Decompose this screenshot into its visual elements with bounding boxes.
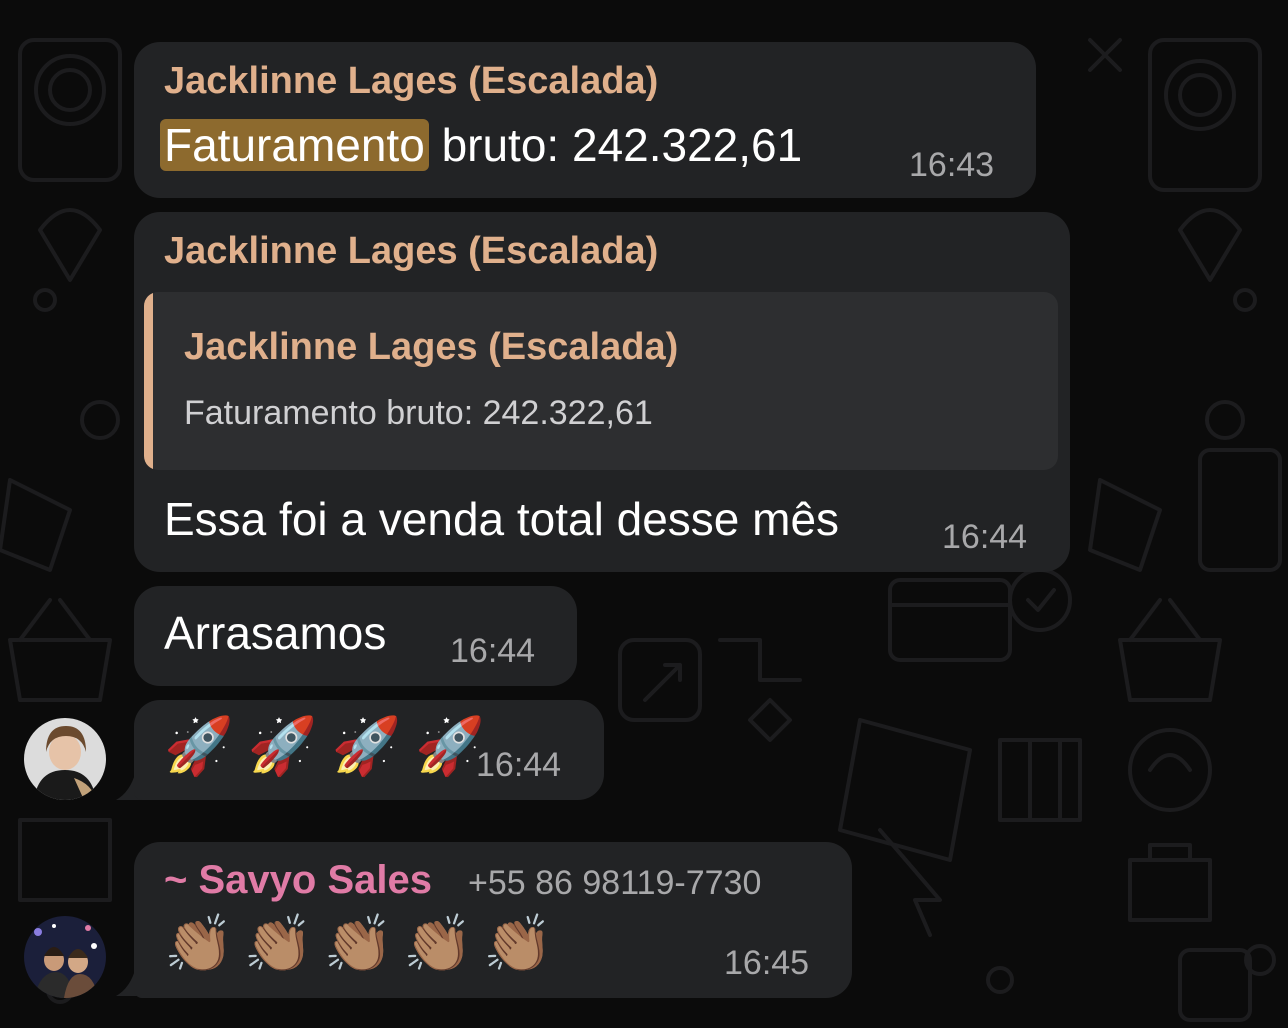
message-bubble[interactable]: Jacklinne Lages (Escalada) Jacklinne Lag… <box>134 212 1070 572</box>
message-bubble[interactable]: 🚀 🚀 🚀 🚀 16:44 <box>134 700 604 800</box>
message-text-rest: bruto: 242.322,61 <box>428 119 803 171</box>
clapping-hands-emoji: 👏🏽 <box>164 912 234 975</box>
clapping-hands-emoji: 👏🏽 <box>403 912 473 975</box>
message-time: 16:45 <box>724 944 810 982</box>
message-time: 16:44 <box>450 632 536 670</box>
rocket-emoji: 🚀 <box>331 714 402 777</box>
search-highlight: Faturamento <box>160 119 429 171</box>
reply-quote-bar <box>144 292 153 470</box>
message-bubble[interactable]: Arrasamos 16:44 <box>134 586 577 686</box>
message-text: Faturamento bruto: 242.322,61 <box>160 118 803 172</box>
sender-name[interactable]: ~ Savyo Sales <box>164 858 432 903</box>
sender-name[interactable]: Jacklinne Lages (Escalada) <box>164 60 658 103</box>
emoji-row: 👏🏽 👏🏽 👏🏽 👏🏽 👏🏽 <box>164 916 553 972</box>
message-bubble[interactable]: ~ Savyo Sales +55 86 98119-7730 👏🏽 👏🏽 👏🏽… <box>134 842 852 998</box>
rocket-emoji: 🚀 <box>247 714 318 777</box>
avatar[interactable] <box>24 718 106 800</box>
rocket-emoji: 🚀 <box>164 714 234 777</box>
sender-name[interactable]: Jacklinne Lages (Escalada) <box>164 230 658 273</box>
message-time: 16:43 <box>909 146 995 184</box>
reply-quote-text: Faturamento bruto: 242.322,61 <box>184 394 653 432</box>
emoji-row: 🚀 🚀 🚀 🚀 <box>164 718 485 774</box>
reply-quote[interactable]: Jacklinne Lages (Escalada) Faturamento b… <box>144 292 1058 470</box>
message-text: Essa foi a venda total desse mês <box>164 493 840 545</box>
clapping-hands-emoji: 👏🏽 <box>482 912 553 975</box>
message-time: 16:44 <box>942 518 1028 556</box>
message-text: Arrasamos <box>164 607 387 659</box>
sender-phone: +55 86 98119-7730 <box>468 864 762 902</box>
clapping-hands-emoji: 👏🏽 <box>243 912 314 975</box>
clapping-hands-emoji: 👏🏽 <box>323 912 394 975</box>
reply-quote-sender: Jacklinne Lages (Escalada) <box>184 326 679 368</box>
avatar[interactable] <box>24 916 106 998</box>
rocket-emoji: 🚀 <box>415 714 485 777</box>
message-time: 16:44 <box>476 746 562 784</box>
message-bubble[interactable]: Jacklinne Lages (Escalada) Faturamento b… <box>134 42 1036 198</box>
